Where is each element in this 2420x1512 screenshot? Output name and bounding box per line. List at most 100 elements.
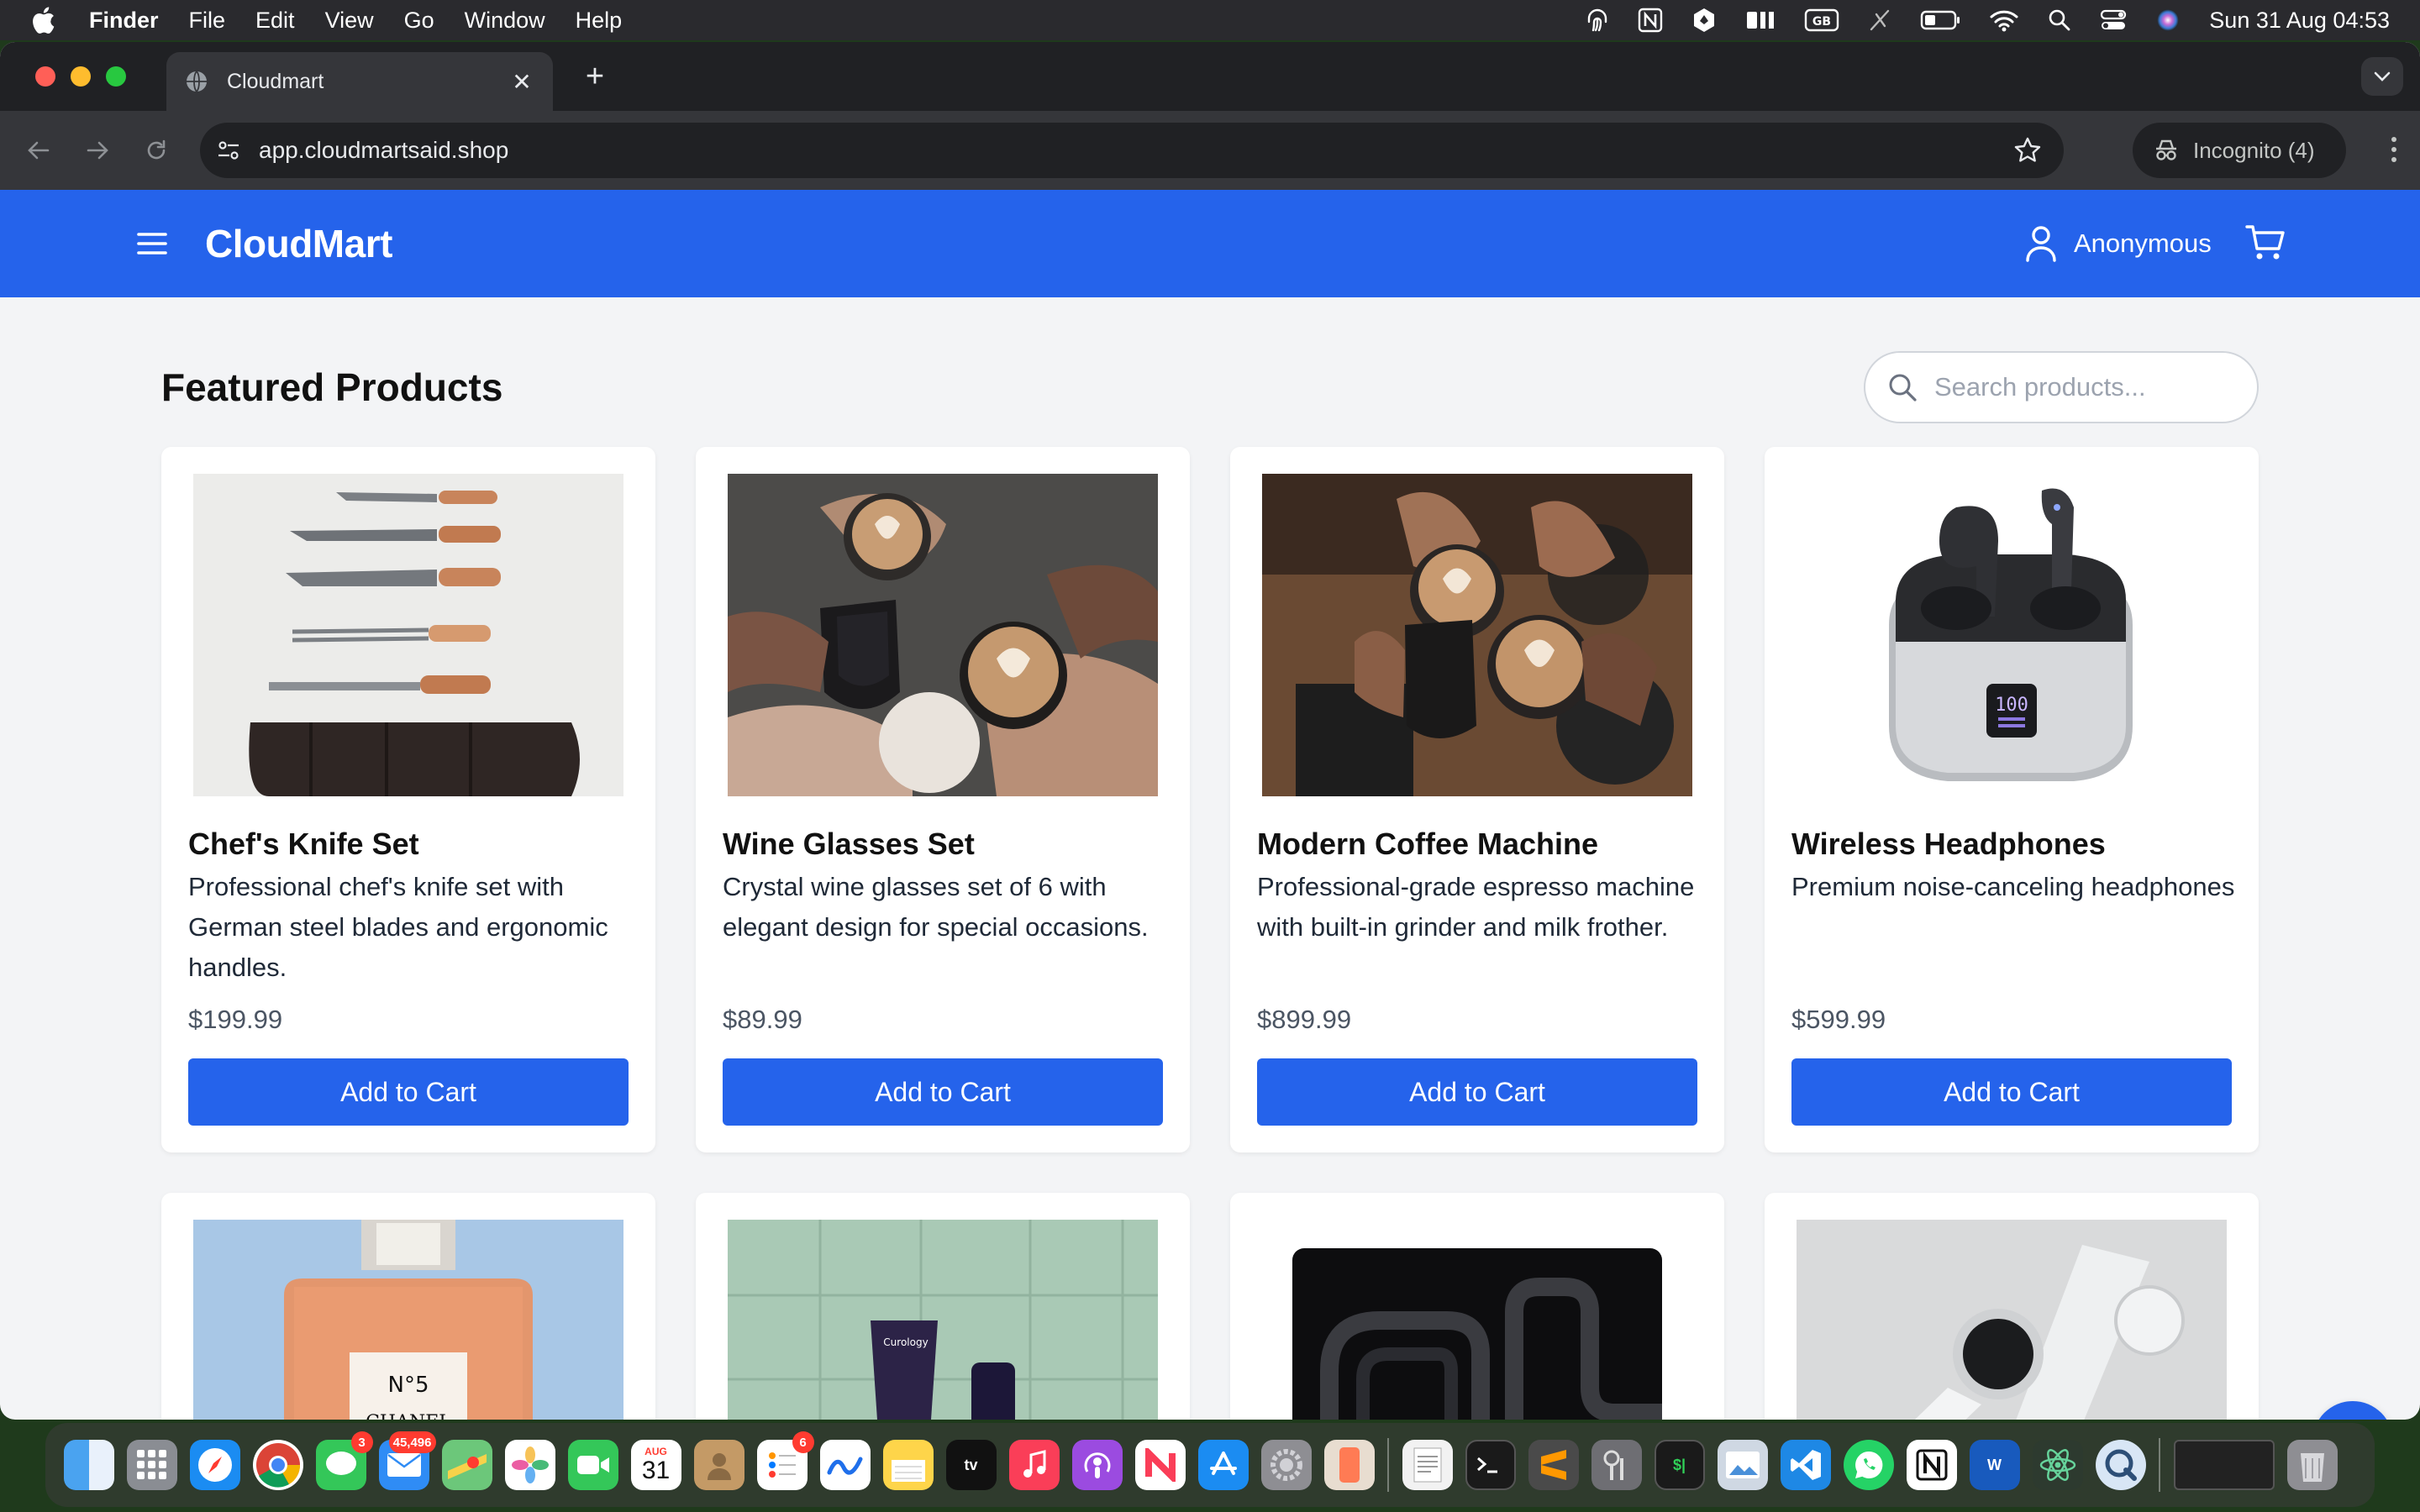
fingerprint-icon[interactable]: [1586, 7, 1609, 34]
add-to-cart-button[interactable]: Add to Cart: [723, 1058, 1163, 1126]
dock-facetime-icon[interactable]: [567, 1440, 618, 1490]
dock-reminders-icon[interactable]: 6: [756, 1431, 814, 1490]
siri-icon[interactable]: [2155, 7, 2181, 34]
product-image-knife-set[interactable]: [193, 474, 623, 796]
dock-maps-icon[interactable]: [441, 1440, 492, 1490]
brand-logo[interactable]: CloudMart: [205, 221, 392, 266]
chat-support-button[interactable]: [2312, 1401, 2393, 1420]
menu-app-name[interactable]: Finder: [89, 8, 159, 34]
dock-app-store-icon[interactable]: [1197, 1440, 1249, 1490]
new-tab-button[interactable]: +: [578, 59, 612, 95]
dock-preview-icon[interactable]: [1717, 1440, 1768, 1490]
dock-news-icon[interactable]: [1134, 1440, 1186, 1490]
product-image-wireless-headphones[interactable]: 100: [1797, 474, 2227, 796]
bookmark-star-icon[interactable]: [2013, 136, 2042, 165]
user-account-button[interactable]: Anonymous: [2025, 225, 2212, 262]
dock-safari-icon[interactable]: [189, 1440, 240, 1490]
dock-calendar-icon[interactable]: AUG 31: [630, 1440, 681, 1490]
dock-notes-icon[interactable]: [882, 1440, 934, 1490]
product-image-coffee-machine[interactable]: [1262, 474, 1692, 796]
keyboard-layout-icon[interactable]: GB: [1804, 7, 1839, 34]
dock-word-icon[interactable]: W: [1969, 1440, 2020, 1490]
zoom-window-button[interactable]: [106, 66, 126, 87]
dock-vscode-icon[interactable]: [1780, 1440, 1831, 1490]
site-info-icon[interactable]: [215, 137, 242, 164]
product-name[interactable]: Wine Glasses Set: [723, 827, 975, 862]
product-name[interactable]: Chef's Knife Set: [188, 827, 419, 862]
do-not-disturb-icon[interactable]: [1868, 7, 1891, 34]
dock-sublime-text-icon[interactable]: [1528, 1440, 1579, 1490]
product-image-laptop[interactable]: [1262, 1220, 1692, 1420]
dock-textedit-icon[interactable]: [1402, 1440, 1453, 1490]
menu-edit[interactable]: Edit: [255, 8, 295, 34]
forward-button[interactable]: [81, 134, 114, 167]
incognito-button[interactable]: Incognito (4): [2133, 123, 2346, 178]
dock-mail-icon[interactable]: 45,496: [378, 1431, 436, 1490]
dock-separator: [2159, 1438, 2160, 1492]
menu-file[interactable]: File: [189, 8, 226, 34]
battery-icon[interactable]: [1920, 7, 1960, 34]
tab-close-icon[interactable]: ✕: [509, 68, 534, 96]
product-image-skincare[interactable]: Curology: [728, 1220, 1158, 1420]
menu-view[interactable]: View: [325, 8, 374, 34]
product-image-smartwatch[interactable]: [1797, 1220, 2227, 1420]
tab-cloudmart[interactable]: Cloudmart ✕: [166, 52, 553, 111]
product-image-wine-glasses[interactable]: [728, 474, 1158, 796]
address-bar[interactable]: app.cloudmartsaid.shop: [200, 123, 2064, 178]
url-text[interactable]: app.cloudmartsaid.shop: [259, 137, 508, 164]
page-title: Featured Products: [161, 365, 503, 409]
dock-system-settings-icon[interactable]: [1260, 1440, 1312, 1490]
main-content: Featured Products Search products... Che…: [0, 297, 2420, 1420]
back-button[interactable]: [22, 134, 55, 167]
add-to-cart-button[interactable]: Add to Cart: [188, 1058, 629, 1126]
dock-chrome-icon[interactable]: [252, 1440, 303, 1490]
dock-keychain-icon[interactable]: [1591, 1440, 1642, 1490]
apple-menu-icon[interactable]: [30, 6, 64, 34]
add-to-cart-button[interactable]: Add to Cart: [1257, 1058, 1697, 1126]
hexagon-app-icon[interactable]: [1691, 7, 1717, 34]
menu-go[interactable]: Go: [404, 8, 434, 34]
spotlight-search-icon[interactable]: [2048, 7, 2071, 34]
product-price: $89.99: [723, 1005, 802, 1034]
product-image-perfume[interactable]: N°5 CHANEL: [193, 1220, 623, 1420]
product-card-perfume: N°5 CHANEL: [161, 1193, 655, 1420]
control-center-icon[interactable]: [2100, 7, 2127, 34]
wifi-icon[interactable]: [1989, 7, 2019, 34]
dock-quicktime-icon[interactable]: [2095, 1440, 2146, 1490]
tab-search-button[interactable]: [2361, 57, 2403, 96]
hamburger-menu-icon[interactable]: [136, 231, 168, 256]
close-window-button[interactable]: [35, 66, 55, 87]
dock-whatsapp-icon[interactable]: [1843, 1440, 1894, 1490]
dock-photos-icon[interactable]: [504, 1440, 555, 1490]
add-to-cart-button[interactable]: Add to Cart: [1791, 1058, 2232, 1126]
product-name[interactable]: Modern Coffee Machine: [1257, 827, 1598, 862]
dock-music-icon[interactable]: [1008, 1440, 1060, 1490]
cart-icon[interactable]: [2245, 223, 2286, 262]
dock-messages-icon[interactable]: 3: [315, 1431, 373, 1490]
browser-menu-icon[interactable]: [2390, 134, 2398, 165]
dock-notion-icon[interactable]: [1906, 1440, 1957, 1490]
browser-window: Cloudmart ✕ + app.cloudmartsaid.shop Inc…: [0, 42, 2420, 1420]
reload-button[interactable]: [139, 134, 173, 167]
notion-menu-icon[interactable]: [1638, 7, 1663, 34]
minimize-window-button[interactable]: [71, 66, 91, 87]
dock-terminal-icon[interactable]: [1465, 1440, 1516, 1490]
menubar-clock[interactable]: Sun 31 Aug 04:53: [2209, 8, 2390, 34]
search-input[interactable]: [1934, 372, 2237, 402]
dock-atom-icon[interactable]: [2032, 1440, 2083, 1490]
menu-window[interactable]: Window: [465, 8, 545, 34]
menu-help[interactable]: Help: [576, 8, 623, 34]
dock-trash-icon[interactable]: [2286, 1440, 2338, 1490]
dock-finder-icon[interactable]: [63, 1440, 114, 1490]
search-box[interactable]: [1864, 351, 2259, 423]
dock-minimized-window[interactable]: [2173, 1440, 2275, 1490]
dock-iphone-mirroring-icon[interactable]: [1323, 1440, 1375, 1490]
dock-contacts-icon[interactable]: [693, 1440, 744, 1490]
dock-freeform-icon[interactable]: [819, 1440, 871, 1490]
bartender-icon[interactable]: [1745, 7, 1776, 34]
dock-console-icon[interactable]: $|: [1654, 1440, 1705, 1490]
dock-launchpad-icon[interactable]: [126, 1440, 177, 1490]
dock-apple-tv-icon[interactable]: tv: [945, 1440, 997, 1490]
dock-podcasts-icon[interactable]: [1071, 1440, 1123, 1490]
product-name[interactable]: Wireless Headphones: [1791, 827, 2106, 862]
